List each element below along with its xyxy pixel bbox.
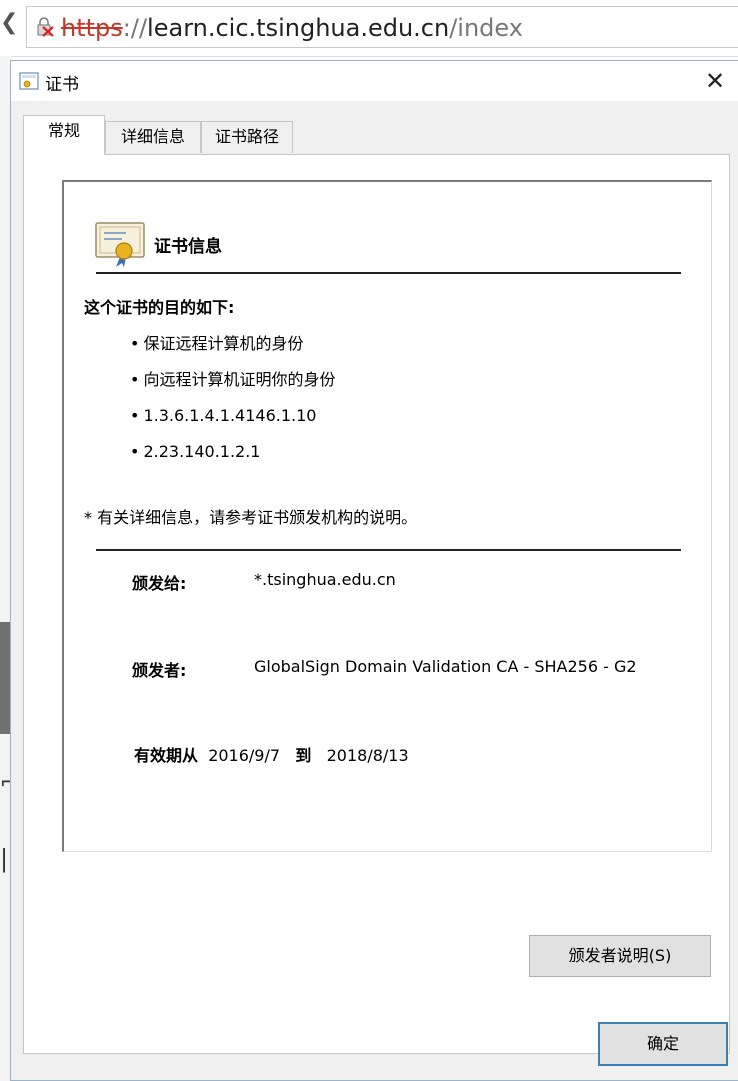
list-item: 1.3.6.1.4.1.4146.1.10 bbox=[130, 402, 335, 438]
url-host: learn.cic.tsinghua.edu.cn bbox=[147, 14, 450, 42]
valid-from-label: 有效期从 bbox=[134, 746, 199, 765]
url-path: /index bbox=[449, 14, 523, 42]
url-protocol: https bbox=[61, 14, 123, 42]
purpose-list: 保证远程计算机的身份 向远程计算机证明你的身份 1.3.6.1.4.1.4146… bbox=[130, 330, 335, 474]
dialog-titlebar[interactable]: 证书 ✕ bbox=[11, 61, 738, 101]
general-tab-panel: 证书信息 这个证书的目的如下: 保证远程计算机的身份 向远程计算机证明你的身份 … bbox=[23, 154, 730, 1054]
details-footnote: * 有关详细信息，请参考证书颁发机构的说明。 bbox=[84, 508, 418, 527]
issued-by-label: 颁发者: bbox=[132, 661, 187, 680]
ok-button[interactable]: 确定 bbox=[598, 1022, 728, 1066]
certificate-information-box: 证书信息 这个证书的目的如下: 保证远程计算机的身份 向远程计算机证明你的身份 … bbox=[62, 180, 712, 852]
certificate-icon bbox=[19, 72, 39, 90]
divider bbox=[96, 549, 681, 551]
url-field[interactable]: https://learn.cic.tsinghua.edu.cn/index bbox=[26, 6, 738, 48]
purpose-title: 这个证书的目的如下: bbox=[84, 298, 235, 317]
validity-row: 有效期从 2016/9/7 到 2018/8/13 bbox=[134, 742, 409, 766]
tab-certification-path[interactable]: 证书路径 bbox=[201, 121, 293, 153]
certificate-error-lock-icon[interactable] bbox=[35, 17, 55, 37]
issuer-statement-button[interactable]: 颁发者说明(S) bbox=[529, 935, 711, 977]
issued-by-value: GlobalSign Domain Validation CA - SHA256… bbox=[254, 657, 637, 676]
list-item: 保证远程计算机的身份 bbox=[130, 330, 335, 366]
certificate-heading: 证书信息 bbox=[154, 237, 222, 257]
browser-address-bar: ❮ https://learn.cic.tsinghua.edu.cn/inde… bbox=[0, 0, 738, 57]
certificate-ribbon-icon bbox=[95, 222, 145, 267]
divider bbox=[96, 272, 681, 274]
valid-to-value: 2018/8/13 bbox=[326, 746, 409, 765]
close-button[interactable]: ✕ bbox=[698, 65, 732, 97]
dialog-title: 证书 bbox=[45, 75, 79, 95]
url-text: https://learn.cic.tsinghua.edu.cn/index bbox=[61, 14, 523, 42]
valid-to-label: 到 bbox=[295, 746, 312, 765]
list-item: 2.23.140.1.2.1 bbox=[130, 438, 335, 474]
list-item: 向远程计算机证明你的身份 bbox=[130, 366, 335, 402]
close-icon: ✕ bbox=[704, 67, 726, 95]
url-separator: :// bbox=[122, 14, 148, 42]
issued-to-label: 颁发给: bbox=[132, 574, 187, 593]
tab-general[interactable]: 常规 bbox=[23, 115, 105, 155]
back-arrow-fragment-icon[interactable]: ❮ bbox=[0, 10, 18, 35]
certificate-dialog: 证书 ✕ 常规 详细信息 证书路径 证书信息 这个证书的目的如下: 保证远程计算… bbox=[10, 60, 738, 1081]
tab-details[interactable]: 详细信息 bbox=[105, 121, 201, 153]
issued-to-value: *.tsinghua.edu.cn bbox=[254, 570, 396, 589]
background-page-text-fragment: | bbox=[0, 845, 9, 873]
valid-from-value: 2016/9/7 bbox=[208, 746, 281, 765]
